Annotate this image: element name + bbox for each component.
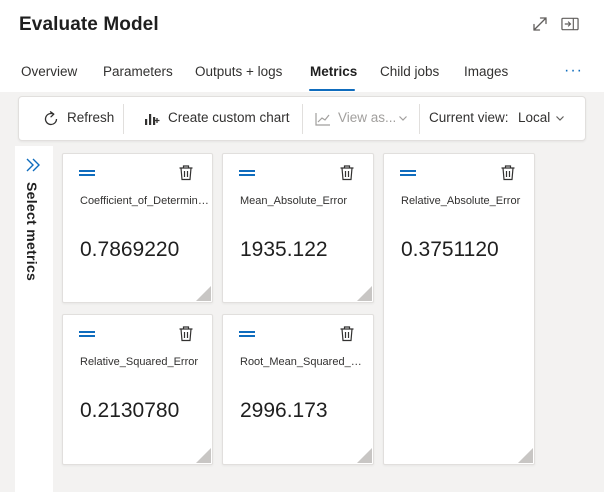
double-chevron-right-icon[interactable] [24,156,42,174]
resize-handle-icon[interactable] [357,448,372,463]
drag-handle-icon[interactable] [239,330,257,338]
metric-value: 2996.173 [240,399,328,422]
tab-overview[interactable]: Overview [21,64,77,79]
drag-handle-icon[interactable] [400,169,418,177]
drag-handle-icon[interactable] [79,169,97,177]
metric-name: Root_Mean_Squared_Error [240,356,365,368]
create-custom-chart-button[interactable]: Create custom chart [168,110,290,125]
trash-icon[interactable] [339,164,355,181]
metric-card: Relative_Absolute_Error 0.3751120 [383,153,535,465]
trash-icon[interactable] [500,164,516,181]
trash-icon[interactable] [178,325,194,342]
side-panel-icon[interactable] [561,15,580,33]
trash-icon[interactable] [178,164,194,181]
resize-handle-icon[interactable] [196,286,211,301]
tab-parameters[interactable]: Parameters [103,64,173,79]
active-tab-indicator [309,89,355,91]
metric-name: Coefficient_of_Determination [80,195,210,207]
refresh-icon[interactable] [42,110,60,128]
drag-handle-icon[interactable] [79,330,97,338]
current-view-label: Current view: [429,110,509,125]
metric-card: Root_Mean_Squared_Error 2996.173 [222,314,374,465]
expand-diagonal-icon[interactable] [531,15,549,33]
metric-value: 1935.122 [240,238,328,261]
metrics-toolbar: Refresh Create custom chart View as... C… [18,96,586,141]
toolbar-divider [419,104,420,134]
tab-metrics[interactable]: Metrics [310,64,357,79]
page-header: Evaluate Model [0,0,604,52]
more-tabs-button[interactable]: ··· [564,62,583,80]
metric-value: 0.7869220 [80,238,180,261]
trash-icon[interactable] [339,325,355,342]
metric-name: Relative_Squared_Error [80,356,199,368]
resize-handle-icon[interactable] [357,286,372,301]
line-chart-icon [314,110,332,128]
chevron-down-icon [397,112,409,124]
select-metrics-toggle[interactable]: Select metrics [24,182,40,281]
page-title: Evaluate Model [19,14,159,35]
toolbar-divider [302,104,303,134]
chevron-down-icon[interactable] [554,112,566,124]
tab-child-jobs[interactable]: Child jobs [380,64,439,79]
select-metrics-panel: Select metrics [15,146,53,492]
metric-name: Relative_Absolute_Error [401,195,521,207]
metric-card: Coefficient_of_Determination 0.7869220 [62,153,213,303]
tab-outputs-logs[interactable]: Outputs + logs [195,64,282,79]
metric-value: 0.3751120 [401,238,499,261]
view-as-dropdown[interactable]: View as... [338,110,396,125]
refresh-button[interactable]: Refresh [67,110,114,125]
toolbar-divider [123,104,124,134]
metric-name: Mean_Absolute_Error [240,195,348,207]
metric-value: 0.2130780 [80,399,180,422]
metric-card: Mean_Absolute_Error 1935.122 [222,153,374,303]
drag-handle-icon[interactable] [239,169,257,177]
tab-images[interactable]: Images [464,64,508,79]
current-view-dropdown[interactable]: Local [518,110,550,125]
resize-handle-icon[interactable] [518,448,533,463]
resize-handle-icon[interactable] [196,448,211,463]
metric-card: Relative_Squared_Error 0.2130780 [62,314,213,465]
bar-chart-icon[interactable] [143,110,161,128]
tab-bar: Overview Parameters Outputs + logs Metri… [0,56,604,92]
